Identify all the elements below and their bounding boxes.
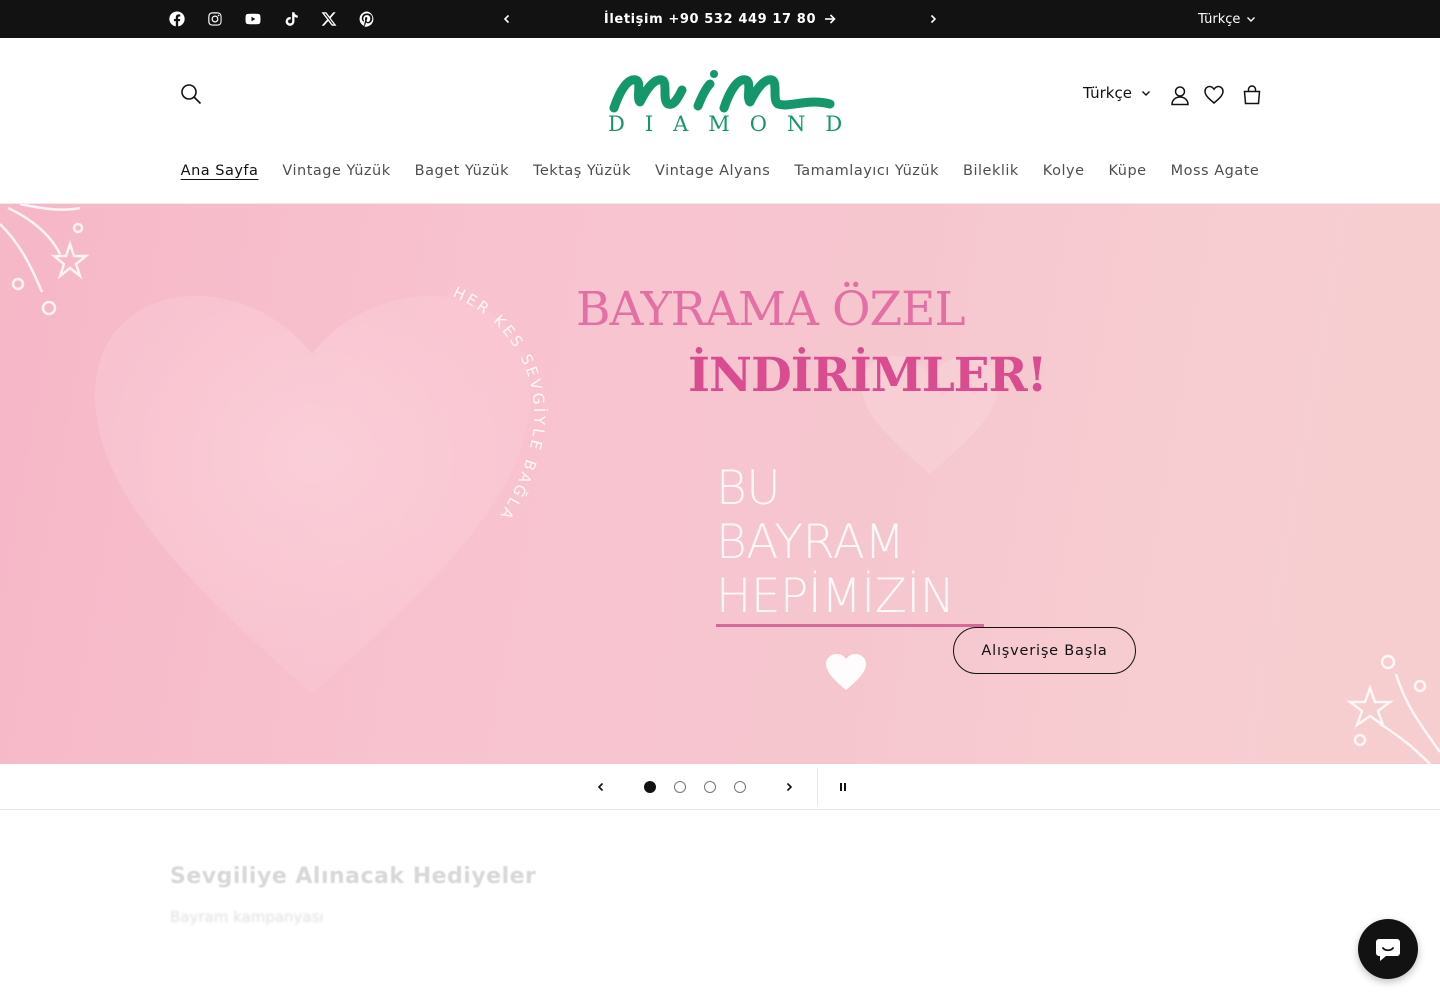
hero-underline: [716, 624, 984, 627]
youtube-icon[interactable]: [243, 9, 263, 29]
section-title: Sevgiliye Alınacak Hediyeler: [170, 864, 537, 889]
logo[interactable]: DIAMOND: [606, 68, 863, 138]
hero-subtitle-line3: HEPİMİZİN: [716, 569, 955, 624]
nav-item-tektas-yuzuk[interactable]: Tektaş Yüzük: [533, 158, 631, 184]
chat-icon[interactable]: [1358, 919, 1418, 979]
header-language-selector[interactable]: Türkçe: [1083, 84, 1151, 102]
hero-subtitle-line1: BU: [716, 461, 781, 516]
pinterest-icon[interactable]: [357, 9, 377, 29]
main-navigation: Ana Sayfa Vintage Yüzük Baget Yüzük Tekt…: [0, 158, 1440, 184]
social-links: [167, 9, 377, 29]
slide-dot-4[interactable]: [734, 781, 746, 793]
slide-next-button[interactable]: [777, 775, 801, 799]
announcement-bar: İletişim +90 532 449 17 80 Türkçe: [0, 0, 1440, 38]
shop-now-button[interactable]: Alışverişe Başla: [953, 627, 1136, 674]
nav-item-baget-yuzuk[interactable]: Baget Yüzük: [415, 158, 509, 184]
announcement-link[interactable]: İletişim +90 532 449 17 80: [540, 0, 900, 38]
slide-prev-button[interactable]: [589, 775, 613, 799]
cart-icon[interactable]: [1239, 82, 1265, 108]
logo-mark: [609, 70, 835, 113]
hero-title-line1: BAYRAMA ÖZEL: [576, 282, 966, 337]
header-language-label: Türkçe: [1083, 84, 1132, 102]
facebook-icon[interactable]: [167, 9, 187, 29]
hero-subtitle: BU BAYRAM HEPİMİZİN: [716, 461, 955, 624]
hero-title-line2: İNDİRİMLER!: [688, 348, 1047, 403]
arrow-right-icon: [825, 14, 836, 24]
topbar-language-selector[interactable]: Türkçe: [1198, 0, 1256, 38]
slideshow-controls: [0, 764, 1440, 810]
topbar-language-label: Türkçe: [1198, 11, 1241, 27]
logo-subtitle: DIAMOND: [608, 112, 863, 136]
slide-dot-1[interactable]: [644, 781, 656, 793]
wishlist-heart-icon[interactable]: [1201, 82, 1227, 108]
nav-item-tamamlayici-yuzuk[interactable]: Tamamlayıcı Yüzük: [794, 158, 939, 184]
hero-banner: HER KES SEVGİYLE BAĞLANSIN BAYRAMA ÖZEL …: [0, 204, 1440, 764]
announcement-text: İletişim +90 532 449 17 80: [603, 11, 817, 27]
announcement-prev-button[interactable]: [497, 9, 517, 29]
chevron-down-icon: [1141, 91, 1150, 96]
section-subtitle: Bayram kampanyası: [170, 908, 324, 926]
hero-subtitle-line2: BAYRAM: [716, 515, 905, 570]
nav-item-ana-sayfa[interactable]: Ana Sayfa: [181, 158, 259, 184]
nav-item-vintage-yuzuk[interactable]: Vintage Yüzük: [282, 158, 390, 184]
nav-item-vintage-alyans[interactable]: Vintage Alyans: [655, 158, 770, 184]
search-icon[interactable]: [180, 83, 204, 107]
nav-item-kolye[interactable]: Kolye: [1043, 158, 1085, 184]
nav-item-moss-agate[interactable]: Moss Agate: [1171, 158, 1260, 184]
account-icon[interactable]: [1167, 82, 1193, 108]
slide-dot-3[interactable]: [704, 781, 716, 793]
chevron-down-icon: [1247, 17, 1256, 22]
slider-divider: [817, 768, 818, 806]
announcement-next-button[interactable]: [923, 9, 943, 29]
x-icon[interactable]: [319, 9, 339, 29]
nav-item-bileklik[interactable]: Bileklik: [963, 158, 1019, 184]
instagram-icon[interactable]: [205, 9, 225, 29]
pause-icon[interactable]: [831, 775, 855, 799]
tiktok-icon[interactable]: [281, 9, 301, 29]
slide-dot-2[interactable]: [674, 781, 686, 793]
nav-item-kupe[interactable]: Küpe: [1109, 158, 1147, 184]
